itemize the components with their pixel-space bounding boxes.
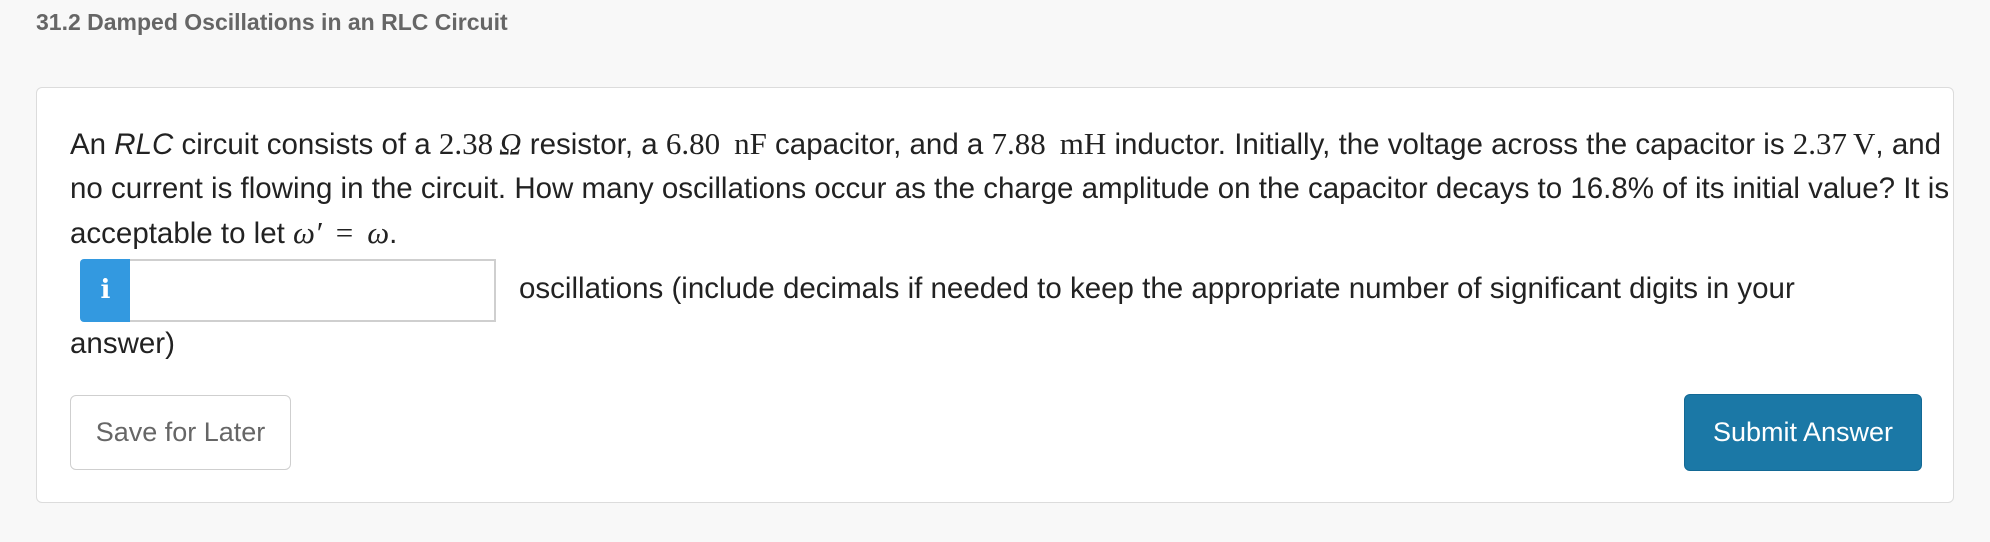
inductance-value: 7.88 xyxy=(991,126,1046,161)
section-title: 31.2 Damped Oscillations in an RLC Circu… xyxy=(36,9,508,35)
question-part: An xyxy=(70,128,115,161)
voltage-value: 2.37 xyxy=(1792,126,1848,161)
question-card: An RLC circuit consists of a 2.38 Ω resis… xyxy=(36,87,1954,503)
inductance-unit: mH xyxy=(1059,126,1107,161)
equals-sign: = xyxy=(335,215,354,250)
answer-unit-text-cont: answer) xyxy=(70,327,175,360)
rlc-label: RLC xyxy=(114,128,174,161)
save-for-later-button[interactable]: Save for Later xyxy=(70,395,291,470)
omega-prime: ω′ xyxy=(293,215,322,250)
capacitance-value: 6.80 xyxy=(665,126,721,161)
submit-answer-button[interactable]: Submit Answer xyxy=(1684,394,1922,471)
ohm-unit: Ω xyxy=(499,126,522,161)
capacitance-unit: nF xyxy=(734,126,767,161)
voltage-unit: V xyxy=(1853,126,1876,161)
resistance-value: 2.38 xyxy=(438,126,494,161)
question-part: resistor, a xyxy=(521,128,666,161)
answer-unit-text: oscillations (include decimals if needed… xyxy=(519,272,1795,305)
question-part: . xyxy=(389,217,398,250)
question-part: capacitor, and a xyxy=(766,128,992,161)
question-part: inductor. Initially, the voltage across … xyxy=(1106,128,1793,161)
answer-input[interactable] xyxy=(130,259,496,322)
info-icon[interactable]: i xyxy=(80,259,131,322)
question-part: circuit consists of a xyxy=(173,128,439,161)
omega: ω xyxy=(367,215,390,250)
question-text: An RLC circuit consists of a 2.38 Ω resis… xyxy=(70,122,1950,256)
